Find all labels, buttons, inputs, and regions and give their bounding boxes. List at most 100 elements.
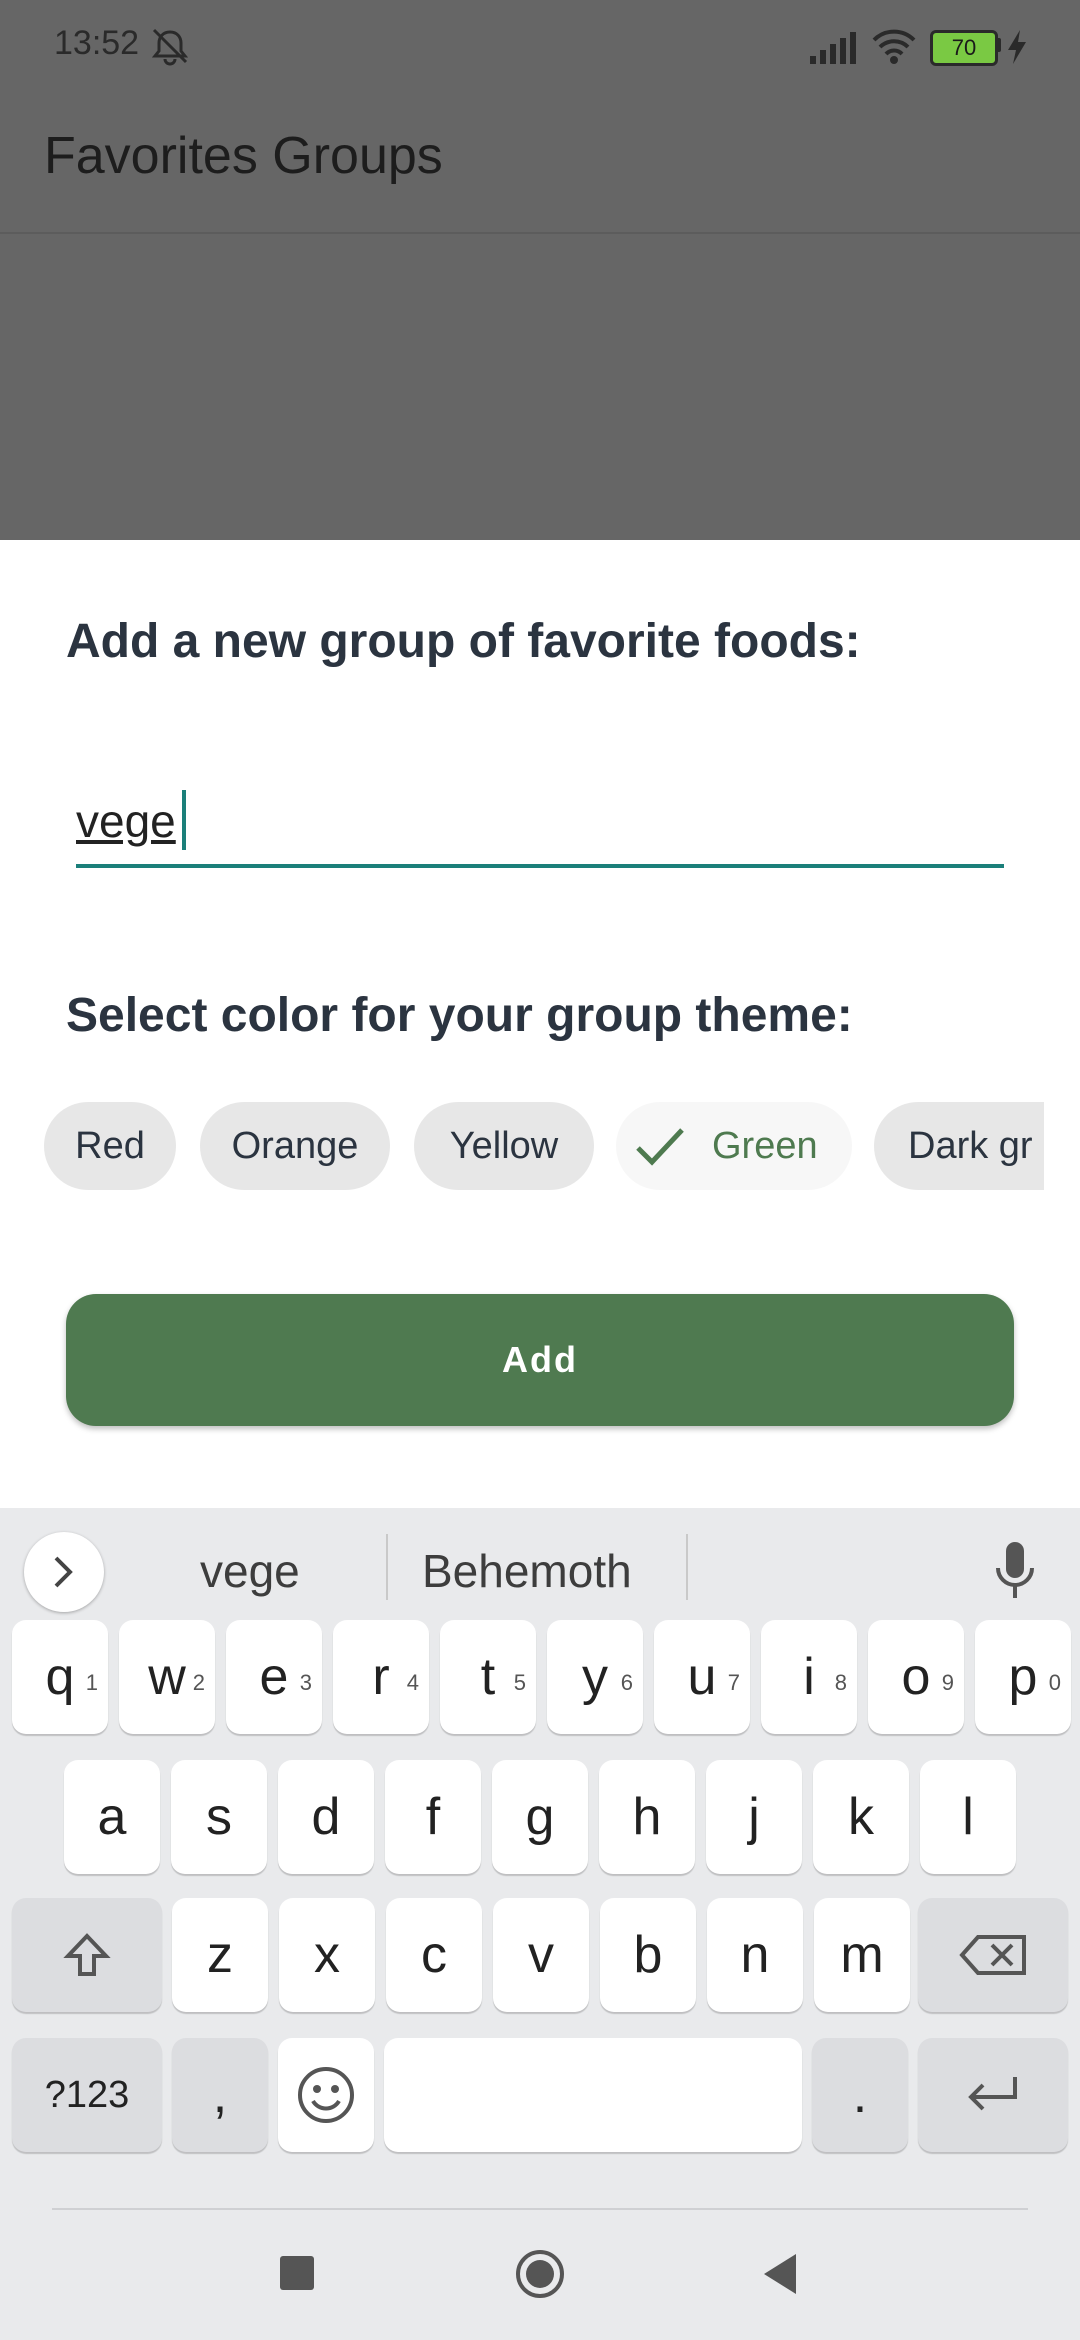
comma-key[interactable]: , — [172, 2038, 268, 2152]
key-w-label: w — [148, 1648, 186, 1706]
key-k[interactable]: k — [813, 1760, 909, 1874]
group-name-input[interactable]: vege — [76, 780, 1004, 868]
key-s[interactable]: s — [171, 1760, 267, 1874]
key-x-label: x — [314, 1926, 340, 1984]
key-m-label: m — [840, 1926, 884, 1984]
navigation-bar — [0, 2208, 1080, 2340]
key-w-number-hint: 2 — [192, 1670, 205, 1695]
key-t[interactable]: t5 — [440, 1620, 536, 1734]
expand-toolbar-button[interactable] — [24, 1532, 104, 1612]
key-j-label: j — [748, 1788, 760, 1846]
charging-bolt-icon — [1008, 30, 1026, 64]
key-t-label: t — [480, 1648, 496, 1706]
key-v[interactable]: v — [493, 1898, 589, 2012]
key-q[interactable]: q1 — [12, 1620, 108, 1734]
key-b[interactable]: b — [600, 1898, 696, 2012]
symbols-key-label: ?123 — [44, 2074, 130, 2116]
key-v-label: v — [528, 1926, 554, 1984]
text-cursor — [182, 790, 186, 850]
period-key[interactable]: . — [812, 2038, 908, 2152]
key-o-label: o — [901, 1648, 931, 1706]
key-k-label: k — [848, 1788, 874, 1846]
key-f[interactable]: f — [385, 1760, 481, 1874]
back-button[interactable] — [760, 2252, 802, 2296]
chip-dark-green[interactable]: Dark gr — [874, 1102, 1044, 1190]
chip-green-label: Green — [712, 1125, 818, 1167]
key-i-number-hint: 8 — [834, 1670, 847, 1695]
key-t-number-hint: 5 — [513, 1670, 526, 1695]
key-p[interactable]: p0 — [975, 1620, 1071, 1734]
key-n[interactable]: n — [707, 1898, 803, 2012]
suggestion-divider — [386, 1534, 388, 1600]
key-c-label: c — [421, 1926, 447, 1984]
key-j[interactable]: j — [706, 1760, 802, 1874]
chip-orange[interactable]: Orange — [200, 1102, 390, 1190]
key-y[interactable]: y6 — [547, 1620, 643, 1734]
emoji-icon — [298, 2067, 354, 2123]
mute-bell-icon — [151, 28, 189, 66]
add-button[interactable]: Add — [66, 1294, 1014, 1426]
key-h[interactable]: h — [599, 1760, 695, 1874]
key-m[interactable]: m — [814, 1898, 910, 2012]
key-y-label: y — [582, 1648, 608, 1706]
key-a-label: a — [97, 1788, 127, 1846]
key-n-label: n — [740, 1926, 770, 1984]
signal-icon — [810, 32, 856, 64]
key-w[interactable]: w2 — [119, 1620, 215, 1734]
shift-key[interactable] — [12, 1898, 162, 2012]
period-key-label: . — [852, 2066, 868, 2124]
key-u[interactable]: u7 — [654, 1620, 750, 1734]
microphone-icon[interactable] — [990, 1538, 1040, 1604]
suggestion-bar: vege Behemoth — [0, 1508, 1080, 1612]
key-c[interactable]: c — [386, 1898, 482, 2012]
wifi-icon — [872, 29, 916, 64]
chevron-right-icon — [54, 1556, 73, 1588]
key-e[interactable]: e3 — [226, 1620, 322, 1734]
backspace-icon — [959, 1935, 1026, 1975]
key-d[interactable]: d — [278, 1760, 374, 1874]
key-o-number-hint: 9 — [941, 1670, 954, 1695]
key-r-number-hint: 4 — [406, 1670, 419, 1695]
color-chip-row: Red Orange Yellow Green Dark gr — [44, 1102, 1044, 1192]
enter-key[interactable] — [918, 2038, 1068, 2152]
chip-red[interactable]: Red — [44, 1102, 176, 1190]
backspace-key[interactable] — [918, 1898, 1068, 2012]
key-r[interactable]: r4 — [333, 1620, 429, 1734]
group-name-input-text: vege — [76, 795, 176, 847]
suggestion-1[interactable]: vege — [200, 1544, 300, 1598]
key-e-label: e — [259, 1648, 289, 1706]
key-h-label: h — [632, 1788, 662, 1846]
key-g-label: g — [525, 1788, 555, 1846]
battery-tip — [996, 38, 1001, 52]
suggestion-divider — [686, 1534, 688, 1600]
key-z-label: z — [207, 1926, 233, 1984]
chip-yellow[interactable]: Yellow — [414, 1102, 594, 1190]
suggestion-2[interactable]: Behemoth — [422, 1544, 632, 1598]
emoji-key[interactable] — [278, 2038, 374, 2152]
status-bar: 13:52 70 — [0, 0, 1080, 96]
key-u-number-hint: 7 — [727, 1670, 740, 1695]
key-y-number-hint: 6 — [620, 1670, 633, 1695]
key-l[interactable]: l — [920, 1760, 1016, 1874]
key-a[interactable]: a — [64, 1760, 160, 1874]
symbols-key[interactable]: ?123 — [12, 2038, 162, 2152]
key-s-label: s — [206, 1788, 232, 1846]
space-key[interactable] — [384, 2038, 802, 2152]
chip-green[interactable]: Green — [616, 1102, 852, 1190]
key-i[interactable]: i8 — [761, 1620, 857, 1734]
battery-level: 70 — [951, 35, 977, 60]
key-f-label: f — [425, 1788, 441, 1846]
key-d-label: d — [311, 1788, 341, 1846]
key-l-label: l — [962, 1788, 974, 1846]
color-heading: Select color for your group theme: — [66, 989, 853, 1042]
recents-button[interactable] — [280, 2256, 314, 2290]
key-x[interactable]: x — [279, 1898, 375, 2012]
key-o[interactable]: o9 — [868, 1620, 964, 1734]
battery-icon: 70 — [930, 30, 998, 66]
comma-key-label: , — [212, 2066, 228, 2124]
shift-arrow-icon — [63, 1933, 111, 1976]
home-button[interactable] — [512, 2246, 568, 2302]
enter-arrow-icon — [968, 2077, 1017, 2111]
key-z[interactable]: z — [172, 1898, 268, 2012]
key-g[interactable]: g — [492, 1760, 588, 1874]
